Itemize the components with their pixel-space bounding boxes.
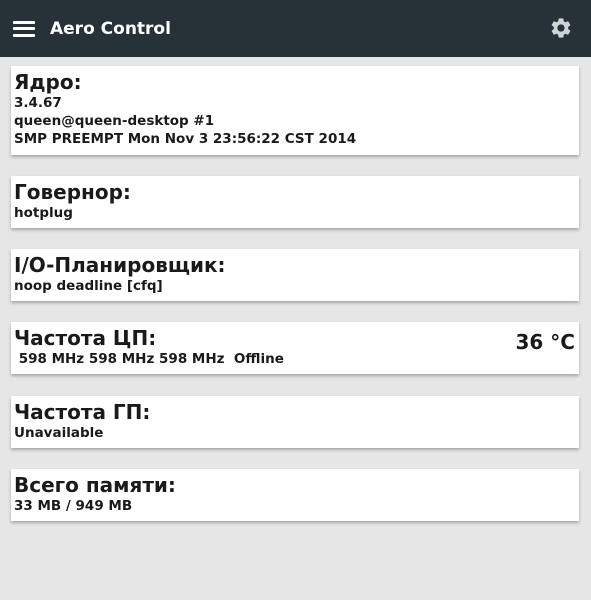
settings-button[interactable] <box>549 16 573 40</box>
gpu-frequency-value: Unavailable <box>14 425 104 441</box>
hamburger-menu-icon <box>13 20 35 37</box>
kernel-title: Ядро: <box>14 70 82 94</box>
gpu-frequency-card[interactable]: Частота ГП: Unavailable <box>11 396 579 448</box>
governor-value: hotplug <box>14 205 73 221</box>
memory-card[interactable]: Всего памяти: 33 MB / 949 MB <box>11 469 579 521</box>
cpu-frequency-title: Частота ЦП: <box>14 326 157 350</box>
io-scheduler-value: noop deadline [cfq] <box>14 278 163 294</box>
io-scheduler-title: I/O-Планировщик: <box>14 253 226 277</box>
governor-title: Говернор: <box>14 180 131 204</box>
io-scheduler-card[interactable]: I/O-Планировщик: noop deadline [cfq] <box>11 249 579 301</box>
kernel-builder: queen@queen-desktop #1 <box>14 113 215 129</box>
memory-value: 33 MB / 949 MB <box>14 498 133 514</box>
kernel-card[interactable]: Ядро: 3.4.67 queen@queen-desktop #1 SMP … <box>11 66 579 155</box>
app-title: Aero Control <box>50 18 171 39</box>
cpu-frequency-value: 598 MHz 598 MHz 598 MHz Offline <box>14 351 284 367</box>
kernel-build-info: SMP PREEMPT Mon Nov 3 23:56:22 CST 2014 <box>14 131 357 147</box>
cpu-temperature: 36 °C <box>515 330 575 354</box>
governor-card[interactable]: Говернор: hotplug <box>11 176 579 228</box>
menu-button[interactable] <box>0 0 48 57</box>
kernel-version: 3.4.67 <box>14 95 62 111</box>
app-bar: Aero Control <box>0 0 591 57</box>
gear-icon <box>551 18 571 38</box>
memory-title: Всего памяти: <box>14 473 176 497</box>
gpu-frequency-title: Частота ГП: <box>14 400 151 424</box>
cpu-frequency-card[interactable]: Частота ЦП: 598 MHz 598 MHz 598 MHz Offl… <box>11 322 579 374</box>
